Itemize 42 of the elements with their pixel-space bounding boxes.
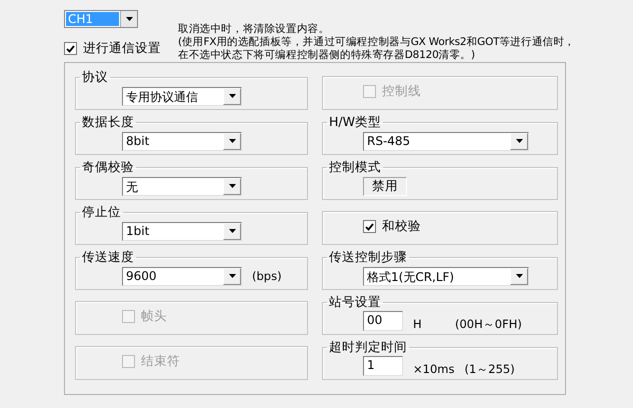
- unit-label: H: [413, 316, 423, 331]
- caret-icon: [228, 94, 236, 98]
- group-label: 控制模式: [328, 159, 382, 176]
- group-label: 站号设置: [328, 294, 382, 311]
- caret-icon: [228, 139, 236, 143]
- checkbox-label: 进行通信设置: [83, 40, 161, 57]
- unit-label: ×10ms: [413, 361, 454, 376]
- mode-value: 禁用: [363, 176, 407, 196]
- checkbox-label: 结束符: [141, 353, 180, 370]
- dropdown[interactable]: 1bit: [122, 222, 242, 240]
- checkbox-label: 控制线: [382, 83, 421, 100]
- dropdown[interactable]: 专用协议通信: [122, 86, 242, 106]
- group-label: 数据长度: [81, 114, 135, 131]
- dropdown[interactable]: RS-485: [363, 132, 529, 150]
- caret-icon: [228, 274, 236, 278]
- group-label: 停止位: [81, 204, 122, 221]
- group-label: 超时判定时间: [328, 339, 408, 356]
- input-field[interactable]: 00: [363, 311, 403, 331]
- checkbox-label: 和校验: [382, 218, 421, 235]
- dropdown[interactable]: 格式1(无CR,LF): [363, 266, 529, 286]
- group-label: 奇偶校验: [81, 159, 135, 176]
- caret-icon: [126, 17, 132, 21]
- caret-icon: [228, 184, 236, 188]
- note-text: (使用FX用的选配插板等，并通过可编程控制器与GX Works2和GOT等进行通信时，在不选中状态下将可编程控制器侧的特殊寄存器D8120清零。): [178, 36, 576, 62]
- range-label: (1～255): [464, 360, 515, 376]
- range-label: (00H～0FH): [455, 316, 522, 332]
- group-label: 传送速度: [81, 249, 135, 266]
- checkbox-label: 帧头: [141, 308, 167, 325]
- dropdown[interactable]: 8bit: [122, 132, 242, 150]
- group-label: 协议: [81, 69, 109, 86]
- unit-label: (bps): [252, 269, 282, 283]
- dropdown[interactable]: 无: [122, 176, 242, 196]
- group-label: H/W类型: [328, 114, 382, 131]
- input-field[interactable]: 1: [363, 356, 403, 376]
- checkbox[interactable]: [363, 220, 376, 233]
- caret-icon: [516, 139, 522, 143]
- dropdown[interactable]: 9600: [122, 266, 242, 286]
- checkbox[interactable]: [64, 42, 77, 55]
- caret-icon: [516, 274, 522, 278]
- group-label: 传送控制步骤: [328, 249, 408, 266]
- caret-icon: [228, 229, 236, 233]
- note-text: 取消选中时，将清除设置内容。: [178, 23, 330, 36]
